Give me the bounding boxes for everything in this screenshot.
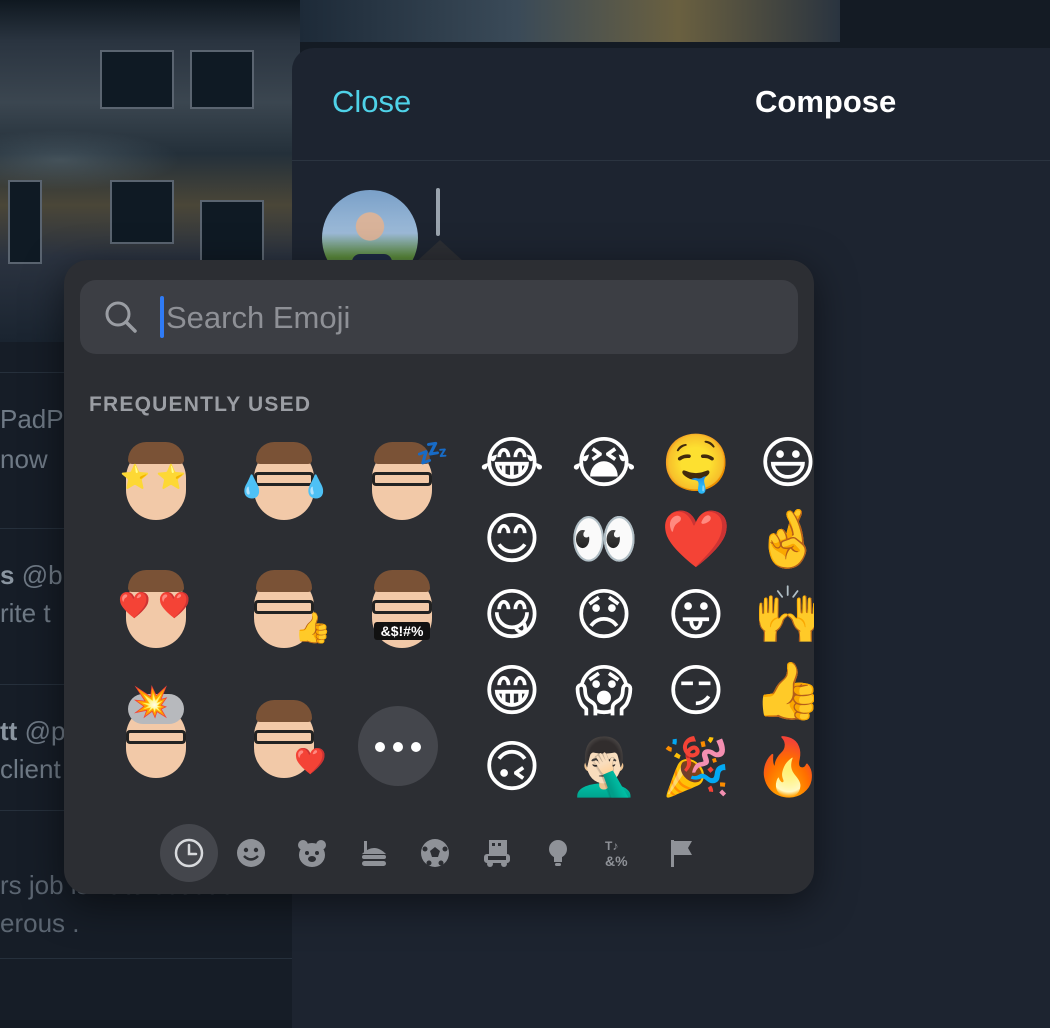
memoji-heart-eyes[interactable]: ❤️ ❤️: [114, 568, 198, 652]
memoji-sleeping[interactable]: 💤: [360, 440, 448, 524]
memoji-tears-of-joy[interactable]: 💧 💧: [238, 440, 329, 524]
emoji-key[interactable]: 🎉: [661, 732, 731, 802]
popover-arrow: [416, 240, 464, 262]
section-title: FREQUENTLY USED: [89, 393, 312, 416]
emoji-search-input[interactable]: [164, 280, 768, 356]
emoji-key[interactable]: 👀: [569, 504, 639, 574]
timeline-text: now: [0, 444, 48, 474]
timeline-handle: PadPr: [0, 404, 73, 434]
emoji-key[interactable]: 😃: [753, 428, 814, 498]
search-icon: [105, 301, 137, 333]
memoji-cursing[interactable]: &$!#%: [360, 568, 444, 652]
timeline-author: tt @p: [0, 716, 65, 747]
category-car-building-button[interactable]: [468, 824, 526, 882]
censor-bar: &$!#%: [374, 622, 430, 640]
timeline-name: tt: [0, 716, 18, 746]
timeline-name: s: [0, 560, 15, 590]
timeline-text: rite t: [0, 598, 51, 628]
emoji-key[interactable]: 😂: [477, 428, 547, 498]
emoji-key[interactable]: ❤️: [661, 504, 731, 574]
category-flag-button[interactable]: [652, 824, 710, 882]
emoji-key[interactable]: 🤦🏻‍♂️: [569, 732, 639, 802]
emoji-key[interactable]: 🤞: [753, 504, 814, 574]
emoji-key[interactable]: 👍: [753, 656, 814, 726]
more-memoji-button[interactable]: [358, 706, 438, 786]
emoji-key[interactable]: 😁: [477, 656, 547, 726]
emoji-key[interactable]: 😊: [477, 504, 547, 574]
emoji-key[interactable]: 😋: [477, 580, 547, 650]
category-lightbulb-button[interactable]: [529, 824, 587, 882]
category-soccer-ball-button[interactable]: [406, 824, 464, 882]
compose-header: Close Compose: [292, 48, 1050, 161]
memoji-mind-blown[interactable]: 💥: [114, 688, 198, 782]
emoji-key[interactable]: 😞: [569, 580, 639, 650]
category-bar: T♪ &%: [160, 824, 720, 884]
timeline-author: s @b: [0, 560, 63, 591]
timeline-text: erous .: [0, 908, 80, 938]
memoji-star-struck[interactable]: ⭐ ⭐: [114, 440, 198, 524]
category-clock-button[interactable]: [160, 824, 218, 882]
close-button[interactable]: Close: [332, 84, 411, 120]
emoji-key[interactable]: 🔥: [753, 732, 814, 802]
category-symbols-button[interactable]: T♪ &%: [591, 824, 649, 882]
timeline-photo-strip: [300, 0, 840, 42]
emoji-key[interactable]: 😱: [569, 656, 639, 726]
category-smiley-button[interactable]: [222, 824, 280, 882]
timeline-handle: @b: [21, 560, 63, 590]
compose-title: Compose: [755, 84, 897, 119]
category-bear-button[interactable]: [283, 824, 341, 882]
svg-text:T♪: T♪: [605, 839, 618, 853]
memoji-kiss-heart[interactable]: ❤️: [242, 698, 326, 782]
timeline-text: client: [0, 754, 61, 784]
emoji-key[interactable]: 🤤: [661, 428, 731, 498]
emoji-key[interactable]: 🙌: [753, 580, 814, 650]
emoji-key[interactable]: 😭: [569, 428, 639, 498]
emoji-key[interactable]: 🙃: [477, 732, 547, 802]
memoji-thumbs-up[interactable]: 👍: [242, 568, 331, 652]
emoji-search-box[interactable]: [80, 280, 798, 356]
timeline-handle: @p: [24, 716, 66, 746]
category-food-button[interactable]: [345, 824, 403, 882]
symbols-icon-text: &%: [605, 853, 628, 869]
emoji-key[interactable]: 😏: [661, 656, 731, 726]
emoji-picker: FREQUENTLY USED ⭐⭐ 💧💧 💤 ❤️❤️ 👍 &$!#% 💥 ❤️ 😂 😭 🤤 😃 😊…: [64, 260, 814, 894]
emoji-key[interactable]: 😛: [661, 580, 731, 650]
compose-text-cursor[interactable]: [436, 188, 440, 236]
